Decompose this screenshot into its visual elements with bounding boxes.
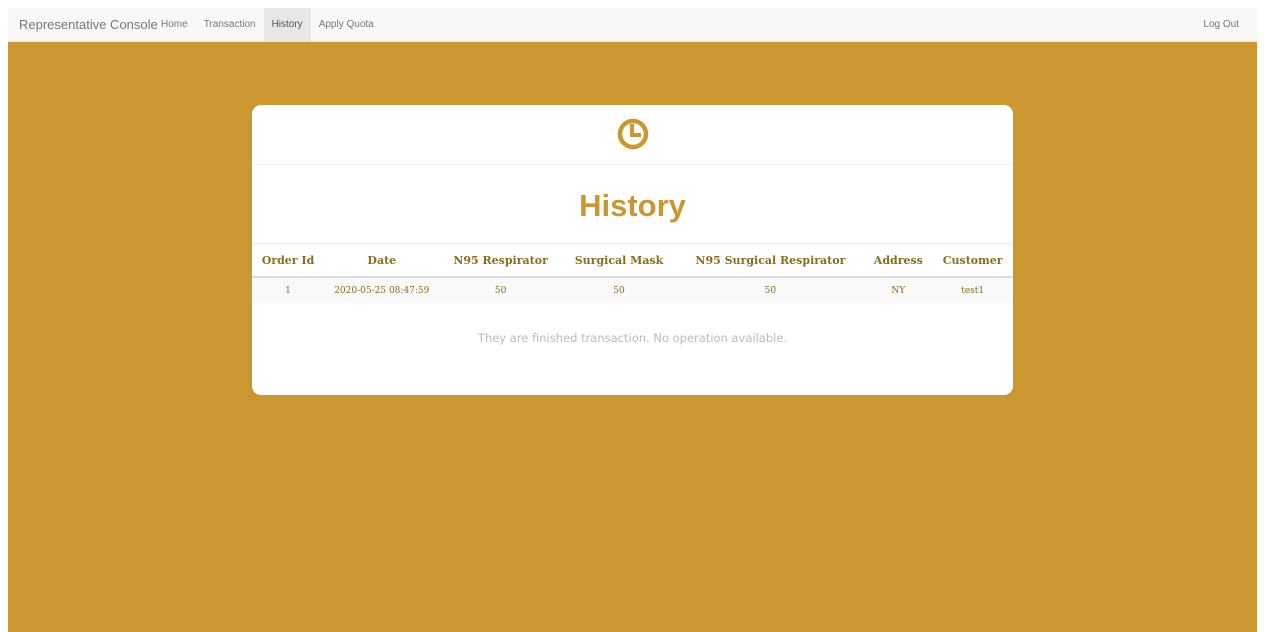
navbar-brand[interactable]: Representative Console bbox=[19, 8, 158, 42]
history-card: History Order Id Date N95 Respirator Sur… bbox=[252, 105, 1013, 395]
column-header-customer: Customer bbox=[932, 243, 1013, 278]
nav-item-history[interactable]: History bbox=[263, 8, 311, 42]
nav-item-apply-quota[interactable]: Apply Quota bbox=[311, 8, 382, 42]
table-row: 1 2020-05-25 08:47:59 50 50 50 NY test1 bbox=[252, 277, 1013, 303]
nav-item-home[interactable]: Home bbox=[153, 8, 196, 42]
cell-order-id: 1 bbox=[252, 277, 324, 303]
nav-menu: Home Transaction History Apply Quota bbox=[153, 8, 382, 42]
column-header-n95-respirator: N95 Respirator bbox=[439, 243, 562, 278]
cell-n95-respirator: 50 bbox=[439, 277, 562, 303]
clock-icon bbox=[617, 118, 649, 150]
logout-link[interactable]: Log Out bbox=[1203, 8, 1239, 42]
cell-surgical-mask: 50 bbox=[561, 277, 677, 303]
page-title: History bbox=[579, 188, 686, 223]
cell-n95-surgical-respirator: 50 bbox=[676, 277, 865, 303]
page-background: Representative Console Home Transaction … bbox=[8, 8, 1257, 632]
column-header-n95-surgical-respirator: N95 Surgical Respirator bbox=[676, 243, 865, 278]
top-navbar: Representative Console Home Transaction … bbox=[8, 8, 1257, 42]
table-header-row: Order Id Date N95 Respirator Surgical Ma… bbox=[252, 243, 1013, 278]
status-note: They are finished transaction. No operat… bbox=[477, 331, 788, 345]
column-header-surgical-mask: Surgical Mask bbox=[561, 243, 677, 278]
card-header bbox=[252, 105, 1013, 165]
nav-item-transaction[interactable]: Transaction bbox=[196, 8, 264, 42]
cell-customer: test1 bbox=[932, 277, 1013, 303]
cell-address: NY bbox=[864, 277, 933, 303]
cell-date: 2020-05-25 08:47:59 bbox=[324, 277, 440, 303]
column-header-address: Address bbox=[864, 243, 933, 278]
column-header-date: Date bbox=[324, 243, 440, 278]
column-header-order-id: Order Id bbox=[252, 243, 324, 278]
history-table: Order Id Date N95 Respirator Surgical Ma… bbox=[252, 243, 1013, 303]
